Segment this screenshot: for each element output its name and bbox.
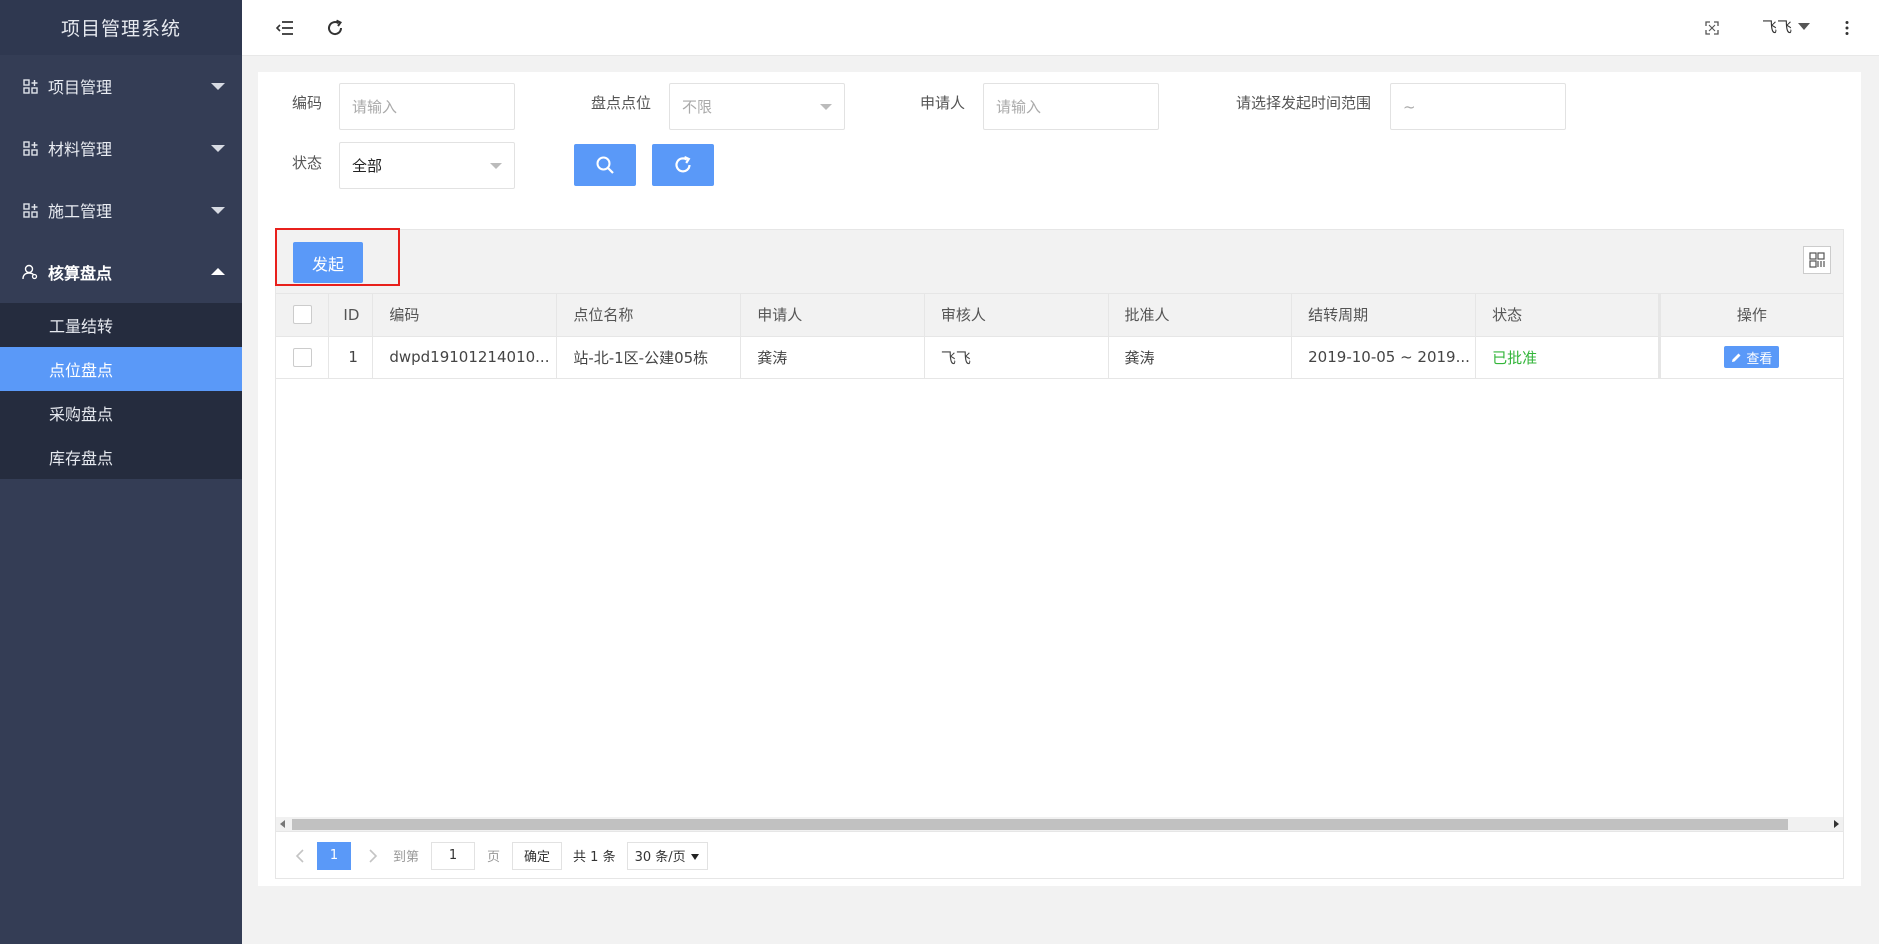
submenu-accounting: 工量结转 点位盘点 采购盘点 库存盘点 — [0, 303, 242, 479]
table-toolbar: 发起 — [275, 228, 1843, 294]
reset-button[interactable] — [652, 144, 714, 186]
code-input[interactable]: 请输入 — [339, 83, 515, 130]
pencil-icon — [1732, 353, 1741, 362]
page-size-value: 30 条/页 — [634, 850, 686, 865]
row-select[interactable] — [276, 336, 330, 379]
collapse-menu-icon[interactable] — [272, 15, 298, 41]
column-filter-button[interactable] — [1803, 246, 1831, 274]
cell-reviewer: 飞飞 — [924, 336, 1109, 379]
column-header: 批准人 — [1108, 294, 1293, 337]
cell-applicant: 龚涛 — [740, 336, 925, 379]
menu-construction-management[interactable]: 施工管理 — [0, 179, 242, 241]
horizontal-scrollbar[interactable] — [276, 817, 1843, 831]
data-table-container: 发起 ID 编码 点位名称 申请人 审核人 批准人 结转周期 状态 操作 1 d… — [275, 228, 1844, 879]
submenu-item-stock-inventory[interactable]: 库存盘点 — [0, 435, 242, 479]
grid-icon — [1809, 252, 1825, 268]
column-header: 点位名称 — [556, 294, 742, 337]
scroll-left-icon[interactable] — [280, 820, 285, 828]
column-header: 申请人 — [740, 294, 925, 337]
row-checkbox[interactable] — [292, 347, 312, 367]
sidebar: 项目管理系统 项目管理 材料管理 施工管理 核算盘点 工量结转 点位盘点 采购盘… — [0, 0, 242, 944]
page-size-select[interactable]: 30 条/页 — [626, 841, 708, 870]
app-title: 项目管理系统 — [0, 0, 242, 55]
page-unit-label: 页 — [487, 850, 501, 865]
column-header: 操作 — [1657, 294, 1843, 337]
location-select[interactable]: 不限 — [669, 83, 845, 130]
module-icon — [22, 202, 38, 218]
cell-id: 1 — [328, 336, 374, 379]
chevron-down-icon — [211, 145, 225, 152]
more-vertical-icon[interactable] — [1834, 15, 1860, 41]
chevron-down-icon — [820, 104, 832, 110]
view-label: 查看 — [1746, 351, 1773, 367]
data-table: ID 编码 点位名称 申请人 审核人 批准人 结转周期 状态 操作 1 dwpd… — [276, 294, 1843, 379]
cell-location: 站-北-1区-公建05栋 — [556, 336, 742, 379]
scrollbar-thumb[interactable] — [292, 819, 1788, 830]
column-header: ID — [328, 294, 374, 337]
location-value: 不限 — [682, 98, 713, 116]
status-select[interactable]: 全部 — [339, 142, 515, 189]
chevron-up-icon — [211, 268, 225, 275]
time-range-input[interactable]: ~ — [1390, 83, 1566, 130]
chevron-down-icon — [490, 163, 502, 169]
cell-approver: 龚涛 — [1108, 336, 1293, 379]
user-name: 飞飞 — [1762, 18, 1793, 36]
refresh-icon — [675, 156, 691, 173]
initiate-button[interactable]: 发起 — [293, 242, 363, 283]
column-header: 结转周期 — [1291, 294, 1477, 337]
code-label: 编码 — [292, 94, 323, 112]
user-menu[interactable]: 飞飞 — [1762, 16, 1811, 37]
header-select-all[interactable] — [276, 294, 330, 337]
cell-period: 2019-10-05 ~ 2019... — [1291, 336, 1477, 379]
menu-project-management[interactable]: 项目管理 — [0, 55, 242, 117]
fullscreen-icon[interactable] — [1699, 15, 1725, 41]
pagination: 1 到第 1 页 确定 共 1 条 30 条/页 — [276, 831, 1843, 879]
search-icon — [596, 156, 614, 174]
applicant-input[interactable]: 请输入 — [983, 83, 1159, 130]
cell-code: dwpd19101214010... — [372, 336, 558, 379]
submenu-item-work-transfer[interactable]: 工量结转 — [0, 303, 242, 347]
view-button[interactable]: 查看 — [1724, 346, 1780, 368]
time-range-label: 请选择发起时间范围 — [1236, 94, 1372, 112]
user-audit-icon — [22, 264, 38, 280]
submenu-item-purchase-inventory[interactable]: 采购盘点 — [0, 391, 242, 435]
refresh-icon[interactable] — [322, 15, 348, 41]
total-count: 共 1 条 — [573, 850, 616, 865]
chevron-down-icon — [211, 207, 225, 214]
goto-label: 到第 — [393, 850, 420, 865]
code-placeholder: 请输入 — [352, 98, 398, 116]
next-page-icon[interactable] — [363, 848, 383, 863]
submenu-item-location-inventory[interactable]: 点位盘点 — [0, 347, 242, 391]
column-header: 状态 — [1475, 294, 1660, 337]
location-label: 盘点点位 — [591, 94, 652, 112]
chevron-down-icon — [211, 83, 225, 90]
status-label: 状态 — [292, 154, 323, 172]
time-range-value: ~ — [1403, 97, 1416, 116]
table-row: 1 dwpd19101214010... 站-北-1区-公建05栋 龚涛 飞飞 … — [276, 336, 1843, 379]
table-header-row: ID 编码 点位名称 申请人 审核人 批准人 结转周期 状态 操作 — [276, 294, 1843, 337]
menu-material-management[interactable]: 材料管理 — [0, 117, 242, 179]
scroll-right-icon[interactable] — [1834, 820, 1839, 828]
module-icon — [22, 78, 38, 94]
menu-accounting-inventory[interactable]: 核算盘点 — [0, 241, 242, 303]
chevron-down-icon — [690, 853, 699, 860]
cell-status: 已批准 — [1475, 336, 1660, 379]
page-number-current[interactable]: 1 — [317, 841, 351, 870]
content-card: 编码 请输入 盘点点位 不限 申请人 请输入 请选择发起时间范围 ~ 状态 全部… — [258, 72, 1861, 886]
module-icon — [22, 140, 38, 156]
prev-page-icon[interactable] — [290, 848, 310, 863]
search-button[interactable] — [574, 144, 636, 186]
cell-actions: 查看 — [1657, 336, 1843, 379]
select-all-checkbox[interactable] — [292, 305, 312, 325]
column-header: 编码 — [372, 294, 558, 337]
top-header: 飞飞 — [242, 0, 1879, 56]
goto-page-input[interactable]: 1 — [431, 841, 476, 870]
status-value: 全部 — [352, 157, 383, 175]
applicant-placeholder: 请输入 — [996, 98, 1042, 116]
chevron-down-icon — [1798, 23, 1811, 30]
applicant-label: 申请人 — [920, 94, 966, 112]
column-header: 审核人 — [924, 294, 1109, 337]
goto-confirm-button[interactable]: 确定 — [512, 841, 563, 870]
